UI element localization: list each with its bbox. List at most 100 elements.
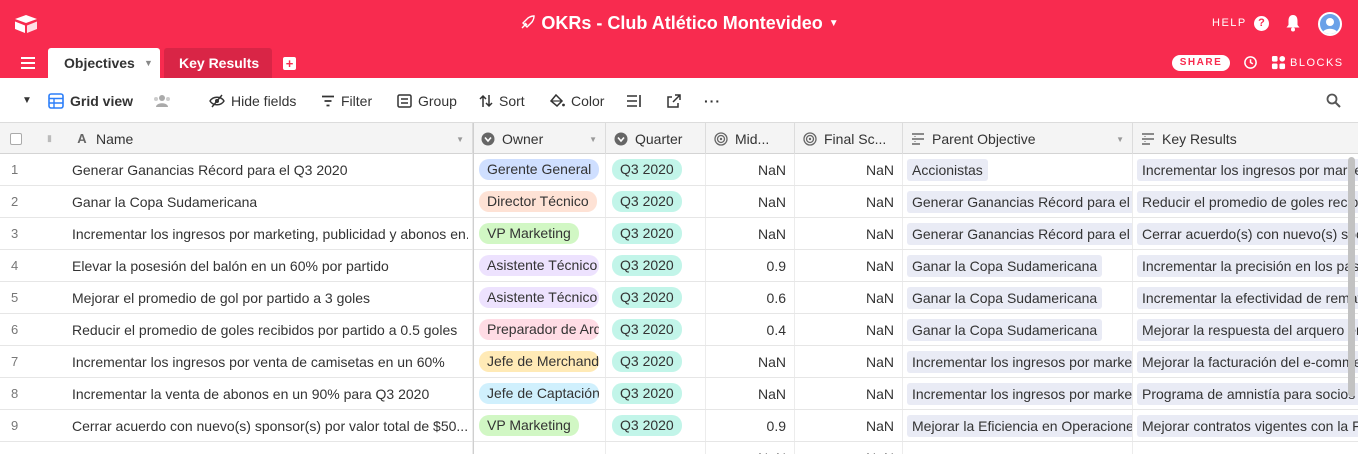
linked-record-chip[interactable]: Generar Ganancias Récord para el Q3 2020 bbox=[907, 222, 1132, 245]
cell-mid-score[interactable]: 0.6 bbox=[706, 282, 795, 313]
cell-mid-score[interactable]: 0.4 bbox=[706, 314, 795, 345]
help-icon[interactable]: ? bbox=[1254, 16, 1269, 31]
linked-record-chip[interactable]: Cerrar acuerdo(s) con nuevo(s) sponsor(s… bbox=[1137, 222, 1358, 245]
avatar[interactable] bbox=[1318, 12, 1342, 36]
cell-quarter[interactable]: Q3 2020 bbox=[606, 154, 706, 185]
cell-key-results[interactable]: Incrementar los ingresos por marketing bbox=[1133, 154, 1358, 185]
table-row[interactable]: 7 Incrementar los ingresos por venta de … bbox=[0, 346, 1358, 378]
color-button[interactable]: Color bbox=[550, 78, 604, 123]
cell-quarter[interactable]: Q3 2020 bbox=[606, 378, 706, 409]
table-row[interactable]: 6 Reducir el promedio de goles recibidos… bbox=[0, 314, 1358, 346]
cell-name[interactable]: Ganar la Copa Sudamericana bbox=[35, 186, 473, 217]
linked-record-chip[interactable]: Incrementar los ingresos por marketing bbox=[1137, 158, 1358, 181]
cell-mid-score[interactable]: 0.9 bbox=[706, 410, 795, 441]
base-title[interactable]: OKRs - Club Atlético Montevideo ▼ bbox=[0, 13, 1358, 34]
cell-quarter[interactable]: Q3 2020 bbox=[606, 346, 706, 377]
cell-mid-score[interactable]: NaN bbox=[706, 442, 795, 454]
cell-mid-score[interactable]: NaN bbox=[706, 378, 795, 409]
cell-final-score[interactable]: NaN bbox=[795, 442, 903, 454]
cell-name[interactable]: Reducir el promedio de goles recibidos p… bbox=[35, 314, 473, 345]
cell-parent-objective[interactable]: Generar Ganancias Récord para el Q3 2020 bbox=[903, 186, 1133, 217]
column-header-key-results[interactable]: Key Results bbox=[1133, 123, 1358, 154]
share-view-button[interactable] bbox=[667, 78, 687, 123]
menu-icon[interactable] bbox=[21, 57, 35, 69]
cell-key-results[interactable]: Reducir el promedio de goles recibidos bbox=[1133, 186, 1358, 217]
cell-parent-objective[interactable]: Incrementar los ingresos por marketing bbox=[903, 378, 1133, 409]
column-header-owner[interactable]: Owner ▼ bbox=[473, 123, 606, 154]
cell-quarter[interactable]: Q3 2020 bbox=[606, 186, 706, 217]
cell-parent-objective[interactable] bbox=[903, 442, 1133, 454]
linked-record-chip[interactable]: Ganar la Copa Sudamericana bbox=[907, 254, 1103, 277]
cell-parent-objective[interactable]: Ganar la Copa Sudamericana bbox=[903, 250, 1133, 281]
blocks-button[interactable]: BLOCKS bbox=[1290, 57, 1344, 69]
cell-quarter[interactable] bbox=[606, 442, 706, 454]
view-switcher[interactable]: Grid view bbox=[48, 78, 133, 123]
table-row[interactable]: 5 Mejorar el promedio de gol por partido… bbox=[0, 282, 1358, 314]
column-header-mid-score[interactable]: Mid... bbox=[706, 123, 795, 154]
cell-owner[interactable]: Asistente Técnico bbox=[473, 282, 606, 313]
cell-key-results[interactable]: Mejorar contratos vigentes con la Fed bbox=[1133, 410, 1358, 441]
help-link[interactable]: HELP bbox=[1212, 17, 1247, 29]
add-table-icon[interactable]: + bbox=[283, 57, 296, 70]
cell-final-score[interactable]: NaN bbox=[795, 250, 903, 281]
cell-key-results[interactable]: Mejorar la respuesta del arquero en bbox=[1133, 314, 1358, 345]
group-button[interactable]: Group bbox=[397, 78, 457, 123]
linked-record-chip[interactable]: Incrementar los ingresos por marketing bbox=[907, 350, 1132, 373]
linked-record-chip[interactable]: Ganar la Copa Sudamericana bbox=[907, 318, 1103, 341]
cell-name[interactable]: Incrementar los ingresos por marketing, … bbox=[35, 218, 473, 249]
cell-quarter[interactable]: Q3 2020 bbox=[606, 410, 706, 441]
cell-parent-objective[interactable]: Ganar la Copa Sudamericana bbox=[903, 282, 1133, 313]
cell-owner[interactable]: VP Marketing bbox=[473, 218, 606, 249]
linked-record-chip[interactable]: Incrementar la efectividad de remates bbox=[1137, 286, 1358, 309]
cell-key-results[interactable]: Incrementar la efectividad de remates bbox=[1133, 282, 1358, 313]
cell-key-results[interactable] bbox=[1133, 442, 1358, 454]
chevron-down-icon[interactable]: ▼ bbox=[1116, 135, 1124, 144]
linked-record-chip[interactable]: Incrementar la precisión en los pases bbox=[1137, 254, 1358, 277]
cell-quarter[interactable]: Q3 2020 bbox=[606, 250, 706, 281]
cell-name[interactable]: Cerrar acuerdo con nuevo(s) sponsor(s) p… bbox=[35, 410, 473, 441]
linked-record-chip[interactable]: Mejorar la respuesta del arquero en bbox=[1137, 318, 1358, 341]
cell-quarter[interactable]: Q3 2020 bbox=[606, 218, 706, 249]
cell-key-results[interactable]: Cerrar acuerdo(s) con nuevo(s) sponsor(s… bbox=[1133, 218, 1358, 249]
bell-icon[interactable] bbox=[1285, 14, 1301, 32]
chevron-down-icon[interactable]: ▼ bbox=[589, 135, 597, 144]
cell-name[interactable]: Incrementar la venta de abonos en un 90%… bbox=[35, 378, 473, 409]
cell-mid-score[interactable]: NaN bbox=[706, 186, 795, 217]
history-icon[interactable] bbox=[1243, 55, 1258, 70]
blocks-icon[interactable] bbox=[1271, 55, 1286, 70]
views-sidebar-toggle[interactable]: ▼ bbox=[22, 78, 32, 123]
table-row[interactable]: 9 Cerrar acuerdo con nuevo(s) sponsor(s)… bbox=[0, 410, 1358, 442]
linked-record-chip[interactable]: Programa de amnistía para socios con bbox=[1137, 382, 1358, 405]
table-row[interactable]: NaN NaN bbox=[0, 442, 1358, 454]
linked-record-chip[interactable]: Generar Ganancias Récord para el Q3 2020 bbox=[907, 190, 1132, 213]
cell-final-score[interactable]: NaN bbox=[795, 154, 903, 185]
column-header-parent-objective[interactable]: Parent Objective ▼ bbox=[903, 123, 1133, 154]
table-row[interactable]: 4 Elevar la posesión del balón en un 60%… bbox=[0, 250, 1358, 282]
row-height-button[interactable] bbox=[626, 78, 648, 123]
table-row[interactable]: 8 Incrementar la venta de abonos en un 9… bbox=[0, 378, 1358, 410]
table-row[interactable]: 1 Generar Ganancias Récord para el Q3 20… bbox=[0, 154, 1358, 186]
cell-quarter[interactable]: Q3 2020 bbox=[606, 282, 706, 313]
linked-record-chip[interactable]: Mejorar la Eficiencia en Operaciones bbox=[907, 414, 1132, 437]
linked-record-chip[interactable]: Reducir el promedio de goles recibidos bbox=[1137, 190, 1358, 213]
cell-final-score[interactable]: NaN bbox=[795, 410, 903, 441]
cell-owner[interactable] bbox=[473, 442, 606, 454]
cell-key-results[interactable]: Incrementar la precisión en los pases bbox=[1133, 250, 1358, 281]
cell-final-score[interactable]: NaN bbox=[795, 314, 903, 345]
linked-record-chip[interactable]: Incrementar los ingresos por marketing bbox=[907, 382, 1132, 405]
more-options-button[interactable]: ··· bbox=[704, 78, 721, 123]
cell-quarter[interactable]: Q3 2020 bbox=[606, 314, 706, 345]
select-all-checkbox[interactable] bbox=[0, 123, 35, 154]
cell-parent-objective[interactable]: Accionistas bbox=[903, 154, 1133, 185]
cell-name[interactable] bbox=[35, 442, 473, 454]
cell-mid-score[interactable]: NaN bbox=[706, 154, 795, 185]
cell-final-score[interactable]: NaN bbox=[795, 378, 903, 409]
cell-mid-score[interactable]: 0.9 bbox=[706, 250, 795, 281]
cell-final-score[interactable]: NaN bbox=[795, 346, 903, 377]
cell-name[interactable]: Elevar la posesión del balón en un 60% p… bbox=[35, 250, 473, 281]
cell-owner[interactable]: Jefe de Merchandising bbox=[473, 346, 606, 377]
cell-key-results[interactable]: Programa de amnistía para socios con bbox=[1133, 378, 1358, 409]
cell-name[interactable]: Incrementar los ingresos por venta de ca… bbox=[35, 346, 473, 377]
cell-owner[interactable]: Preparador de Arqueros bbox=[473, 314, 606, 345]
column-header-quarter[interactable]: Quarter bbox=[606, 123, 706, 154]
